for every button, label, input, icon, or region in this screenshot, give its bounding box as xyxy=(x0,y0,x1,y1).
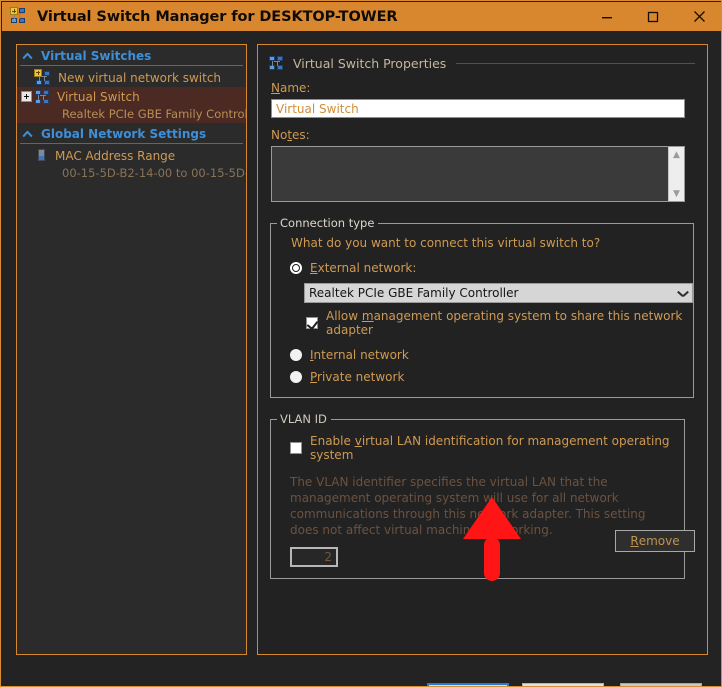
plus-badge-icon xyxy=(10,7,18,15)
vlan-description: The VLAN identifier specifies the virtua… xyxy=(290,475,646,537)
window-controls xyxy=(584,2,721,31)
tree-item-virtual-switch[interactable]: Virtual Switch xyxy=(17,87,246,106)
scroll-down-icon[interactable]: ▼ xyxy=(669,186,684,201)
chevron-down-icon xyxy=(677,288,688,299)
notes-field-wrapper[interactable]: ▲ ▼ xyxy=(271,146,685,205)
dialog-body: Virtual Switches New virtual network swi… xyxy=(2,31,721,686)
cancel-button[interactable]: Cancel xyxy=(522,683,604,686)
minimize-icon[interactable] xyxy=(584,2,630,31)
properties-header: Virtual Switch Properties xyxy=(268,55,707,71)
radio-indicator xyxy=(290,371,302,383)
checkbox-indicator xyxy=(306,317,318,329)
checkbox-label: Allow management operating system to sha… xyxy=(326,309,683,337)
connection-type-legend: Connection type xyxy=(280,216,375,230)
vlan-id-legend: VLAN ID xyxy=(280,412,327,426)
adapter-select[interactable]: Realtek PCIe GBE Family Controller xyxy=(304,283,693,303)
tree-item-label: New virtual network switch xyxy=(58,70,222,85)
virtual-switch-icon xyxy=(34,89,51,105)
name-label: Name: xyxy=(271,81,311,95)
tree-section-global-network-settings[interactable]: Global Network Settings xyxy=(17,125,246,142)
vlan-id-group: VLAN ID Enable virtual LAN identificatio… xyxy=(270,412,685,579)
ok-button[interactable]: OK xyxy=(427,683,509,686)
tree-item-sublabel-mac-range: 00-15-5D-B2-14-00 to 00-15-5D-B... xyxy=(62,166,247,180)
tree-item-new-virtual-network-switch[interactable]: New virtual network switch xyxy=(17,68,246,87)
tree-item-label: MAC Address Range xyxy=(55,148,176,163)
tree-section-label: Virtual Switches xyxy=(41,48,152,63)
section-divider xyxy=(20,143,243,144)
maximize-icon[interactable] xyxy=(630,2,676,31)
plus-badge-icon xyxy=(34,68,42,77)
radio-external-network[interactable]: External network: xyxy=(290,259,693,277)
title-bar: Virtual Switch Manager for DESKTOP-TOWER xyxy=(2,2,721,31)
virtual-switch-manager-window: Virtual Switch Manager for DESKTOP-TOWER xyxy=(0,0,722,687)
page-title: Virtual Switch Properties xyxy=(293,55,447,71)
navigation-tree[interactable]: Virtual Switches New virtual network swi… xyxy=(16,44,247,655)
close-icon[interactable] xyxy=(676,2,721,31)
adapter-select-value: Realtek PCIe GBE Family Controller xyxy=(309,286,519,300)
header-divider xyxy=(456,62,695,64)
tree-item-mac-address-range[interactable]: MAC Address Range xyxy=(17,146,246,165)
radio-label: External network: xyxy=(310,261,417,275)
section-divider xyxy=(20,65,243,66)
connection-type-question: What do you want to connect this virtual… xyxy=(291,236,601,250)
radio-label: Internal network xyxy=(310,348,409,362)
apply-button[interactable]: Apply xyxy=(620,683,702,686)
chevron-up-icon xyxy=(21,127,34,140)
virtual-switch-icon xyxy=(10,7,28,25)
tree-section-label: Global Network Settings xyxy=(41,126,207,141)
tree-item-label: Virtual Switch xyxy=(57,89,140,104)
radio-label: Private network xyxy=(310,370,405,384)
connection-type-group: Connection type What do you want to conn… xyxy=(270,216,694,398)
name-input[interactable] xyxy=(271,99,685,118)
tree-section-virtual-switches[interactable]: Virtual Switches xyxy=(17,47,246,64)
notes-scrollbar[interactable]: ▲ ▼ xyxy=(668,147,684,201)
mac-address-range-icon xyxy=(35,148,49,164)
virtual-switch-icon xyxy=(268,55,285,71)
notes-label: Notes: xyxy=(271,128,310,142)
checkbox-indicator xyxy=(290,442,302,454)
radio-indicator xyxy=(290,262,302,274)
chevron-up-icon xyxy=(21,49,34,62)
scroll-up-icon[interactable]: ▲ xyxy=(669,147,684,162)
dialog-footer: OK Cancel Apply xyxy=(2,647,721,686)
radio-private-network[interactable]: Private network xyxy=(290,368,693,386)
expand-plus-icon[interactable] xyxy=(21,91,32,102)
radio-indicator xyxy=(290,349,302,361)
tree-item-sublabel-adapter: Realtek PCIe GBE Family Controller xyxy=(17,106,246,123)
radio-internal-network[interactable]: Internal network xyxy=(290,346,693,364)
notes-input[interactable] xyxy=(272,147,672,205)
properties-panel: Virtual Switch Properties Name: Notes: ▲… xyxy=(257,44,708,655)
remove-button[interactable]: Remove xyxy=(615,530,695,552)
window-title: Virtual Switch Manager for DESKTOP-TOWER xyxy=(37,8,398,25)
checkbox-enable-vlan[interactable]: Enable virtual LAN identification for ma… xyxy=(290,434,684,462)
new-virtual-switch-icon xyxy=(34,68,52,86)
checkbox-label: Enable virtual LAN identification for ma… xyxy=(310,434,670,462)
checkbox-allow-management[interactable]: Allow management operating system to sha… xyxy=(306,309,693,337)
vlan-id-input[interactable] xyxy=(290,547,338,567)
